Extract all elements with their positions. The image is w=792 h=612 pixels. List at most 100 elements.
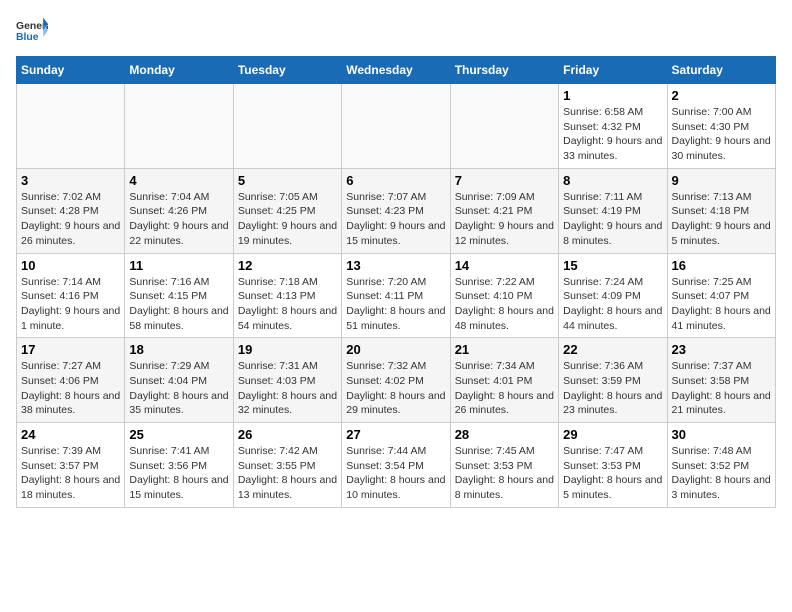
weekday-header-monday: Monday — [125, 57, 233, 84]
calendar-cell — [17, 84, 125, 169]
day-number: 7 — [455, 173, 554, 188]
week-row: 1 Sunrise: 6:58 AM Sunset: 4:32 PM Daylig… — [17, 84, 776, 169]
day-number: 17 — [21, 342, 120, 357]
day-info: Sunrise: 7:29 AM Sunset: 4:04 PM Dayligh… — [129, 359, 228, 418]
day-number: 24 — [21, 427, 120, 442]
calendar-cell: 30 Sunrise: 7:48 AM Sunset: 3:52 PM Dayli… — [667, 423, 775, 508]
day-number: 26 — [238, 427, 337, 442]
calendar-cell: 21 Sunrise: 7:34 AM Sunset: 4:01 PM Dayli… — [450, 338, 558, 423]
day-number: 23 — [672, 342, 771, 357]
day-number: 10 — [21, 258, 120, 273]
day-info: Sunrise: 7:45 AM Sunset: 3:53 PM Dayligh… — [455, 444, 554, 503]
calendar-cell: 8 Sunrise: 7:11 AM Sunset: 4:19 PM Daylig… — [559, 168, 667, 253]
calendar-cell: 9 Sunrise: 7:13 AM Sunset: 4:18 PM Daylig… — [667, 168, 775, 253]
calendar-cell: 10 Sunrise: 7:14 AM Sunset: 4:16 PM Dayli… — [17, 253, 125, 338]
day-info: Sunrise: 7:09 AM Sunset: 4:21 PM Dayligh… — [455, 190, 554, 249]
day-info: Sunrise: 7:27 AM Sunset: 4:06 PM Dayligh… — [21, 359, 120, 418]
calendar-cell: 4 Sunrise: 7:04 AM Sunset: 4:26 PM Daylig… — [125, 168, 233, 253]
weekday-header-friday: Friday — [559, 57, 667, 84]
day-number: 27 — [346, 427, 445, 442]
calendar-table: SundayMondayTuesdayWednesdayThursdayFrid… — [16, 56, 776, 508]
day-info: Sunrise: 7:39 AM Sunset: 3:57 PM Dayligh… — [21, 444, 120, 503]
weekday-header-thursday: Thursday — [450, 57, 558, 84]
day-info: Sunrise: 7:41 AM Sunset: 3:56 PM Dayligh… — [129, 444, 228, 503]
calendar-cell: 6 Sunrise: 7:07 AM Sunset: 4:23 PM Daylig… — [342, 168, 450, 253]
weekday-header-tuesday: Tuesday — [233, 57, 341, 84]
day-number: 28 — [455, 427, 554, 442]
day-number: 12 — [238, 258, 337, 273]
calendar-cell: 18 Sunrise: 7:29 AM Sunset: 4:04 PM Dayli… — [125, 338, 233, 423]
calendar-cell: 27 Sunrise: 7:44 AM Sunset: 3:54 PM Dayli… — [342, 423, 450, 508]
calendar-cell: 2 Sunrise: 7:00 AM Sunset: 4:30 PM Daylig… — [667, 84, 775, 169]
week-row: 10 Sunrise: 7:14 AM Sunset: 4:16 PM Dayli… — [17, 253, 776, 338]
calendar-cell: 24 Sunrise: 7:39 AM Sunset: 3:57 PM Dayli… — [17, 423, 125, 508]
calendar-cell: 3 Sunrise: 7:02 AM Sunset: 4:28 PM Daylig… — [17, 168, 125, 253]
day-number: 4 — [129, 173, 228, 188]
day-info: Sunrise: 7:31 AM Sunset: 4:03 PM Dayligh… — [238, 359, 337, 418]
day-info: Sunrise: 7:02 AM Sunset: 4:28 PM Dayligh… — [21, 190, 120, 249]
weekday-header-wednesday: Wednesday — [342, 57, 450, 84]
calendar-cell: 28 Sunrise: 7:45 AM Sunset: 3:53 PM Dayli… — [450, 423, 558, 508]
day-info: Sunrise: 7:05 AM Sunset: 4:25 PM Dayligh… — [238, 190, 337, 249]
calendar-cell — [125, 84, 233, 169]
day-info: Sunrise: 7:14 AM Sunset: 4:16 PM Dayligh… — [21, 275, 120, 334]
week-row: 24 Sunrise: 7:39 AM Sunset: 3:57 PM Dayli… — [17, 423, 776, 508]
day-number: 22 — [563, 342, 662, 357]
day-info: Sunrise: 6:58 AM Sunset: 4:32 PM Dayligh… — [563, 105, 662, 164]
calendar-cell: 16Sunrise: 7:25 AM Sunset: 4:07 PM Dayli… — [667, 253, 775, 338]
day-info: Sunrise: 7:25 AM Sunset: 4:07 PM Dayligh… — [672, 275, 771, 334]
day-number: 21 — [455, 342, 554, 357]
calendar-cell: 22 Sunrise: 7:36 AM Sunset: 3:59 PM Dayli… — [559, 338, 667, 423]
calendar-cell: 25Sunrise: 7:41 AM Sunset: 3:56 PM Dayli… — [125, 423, 233, 508]
day-info: Sunrise: 7:18 AM Sunset: 4:13 PM Dayligh… — [238, 275, 337, 334]
calendar-cell: 26Sunrise: 7:42 AM Sunset: 3:55 PM Dayli… — [233, 423, 341, 508]
weekday-header-saturday: Saturday — [667, 57, 775, 84]
day-number: 1 — [563, 88, 662, 103]
day-info: Sunrise: 7:36 AM Sunset: 3:59 PM Dayligh… — [563, 359, 662, 418]
calendar-cell: 29 Sunrise: 7:47 AM Sunset: 3:53 PM Dayli… — [559, 423, 667, 508]
calendar-cell — [233, 84, 341, 169]
day-number: 18 — [129, 342, 228, 357]
day-number: 30 — [672, 427, 771, 442]
day-number: 13 — [346, 258, 445, 273]
day-number: 9 — [672, 173, 771, 188]
calendar-cell: 12 Sunrise: 7:18 AM Sunset: 4:13 PM Dayli… — [233, 253, 341, 338]
day-info: Sunrise: 7:47 AM Sunset: 3:53 PM Dayligh… — [563, 444, 662, 503]
page-header: General Blue — [16, 16, 776, 44]
weekday-header-sunday: Sunday — [17, 57, 125, 84]
calendar-cell: 13Sunrise: 7:20 AM Sunset: 4:11 PM Dayli… — [342, 253, 450, 338]
calendar-header-row: SundayMondayTuesdayWednesdayThursdayFrid… — [17, 57, 776, 84]
day-info: Sunrise: 7:16 AM Sunset: 4:15 PM Dayligh… — [129, 275, 228, 334]
calendar-cell — [342, 84, 450, 169]
calendar-cell: 15 Sunrise: 7:24 AM Sunset: 4:09 PM Dayli… — [559, 253, 667, 338]
calendar-body: 1 Sunrise: 6:58 AM Sunset: 4:32 PM Daylig… — [17, 84, 776, 508]
day-number: 15 — [563, 258, 662, 273]
day-info: Sunrise: 7:48 AM Sunset: 3:52 PM Dayligh… — [672, 444, 771, 503]
day-info: Sunrise: 7:00 AM Sunset: 4:30 PM Dayligh… — [672, 105, 771, 164]
svg-text:Blue: Blue — [16, 32, 39, 43]
day-number: 19 — [238, 342, 337, 357]
day-number: 8 — [563, 173, 662, 188]
day-info: Sunrise: 7:04 AM Sunset: 4:26 PM Dayligh… — [129, 190, 228, 249]
day-number: 6 — [346, 173, 445, 188]
calendar-cell: 19 Sunrise: 7:31 AM Sunset: 4:03 PM Dayli… — [233, 338, 341, 423]
day-info: Sunrise: 7:22 AM Sunset: 4:10 PM Dayligh… — [455, 275, 554, 334]
day-info: Sunrise: 7:07 AM Sunset: 4:23 PM Dayligh… — [346, 190, 445, 249]
day-number: 29 — [563, 427, 662, 442]
calendar-cell: 5 Sunrise: 7:05 AM Sunset: 4:25 PM Daylig… — [233, 168, 341, 253]
day-info: Sunrise: 7:11 AM Sunset: 4:19 PM Dayligh… — [563, 190, 662, 249]
day-info: Sunrise: 7:44 AM Sunset: 3:54 PM Dayligh… — [346, 444, 445, 503]
day-number: 2 — [672, 88, 771, 103]
calendar-cell: 14Sunrise: 7:22 AM Sunset: 4:10 PM Dayli… — [450, 253, 558, 338]
day-number: 3 — [21, 173, 120, 188]
day-info: Sunrise: 7:13 AM Sunset: 4:18 PM Dayligh… — [672, 190, 771, 249]
day-number: 5 — [238, 173, 337, 188]
day-number: 20 — [346, 342, 445, 357]
day-info: Sunrise: 7:34 AM Sunset: 4:01 PM Dayligh… — [455, 359, 554, 418]
week-row: 17 Sunrise: 7:27 AM Sunset: 4:06 PM Dayli… — [17, 338, 776, 423]
day-info: Sunrise: 7:37 AM Sunset: 3:58 PM Dayligh… — [672, 359, 771, 418]
calendar-cell: 11Sunrise: 7:16 AM Sunset: 4:15 PM Dayli… — [125, 253, 233, 338]
calendar-cell: 7 Sunrise: 7:09 AM Sunset: 4:21 PM Daylig… — [450, 168, 558, 253]
calendar-cell: 23 Sunrise: 7:37 AM Sunset: 3:58 PM Dayli… — [667, 338, 775, 423]
day-info: Sunrise: 7:24 AM Sunset: 4:09 PM Dayligh… — [563, 275, 662, 334]
